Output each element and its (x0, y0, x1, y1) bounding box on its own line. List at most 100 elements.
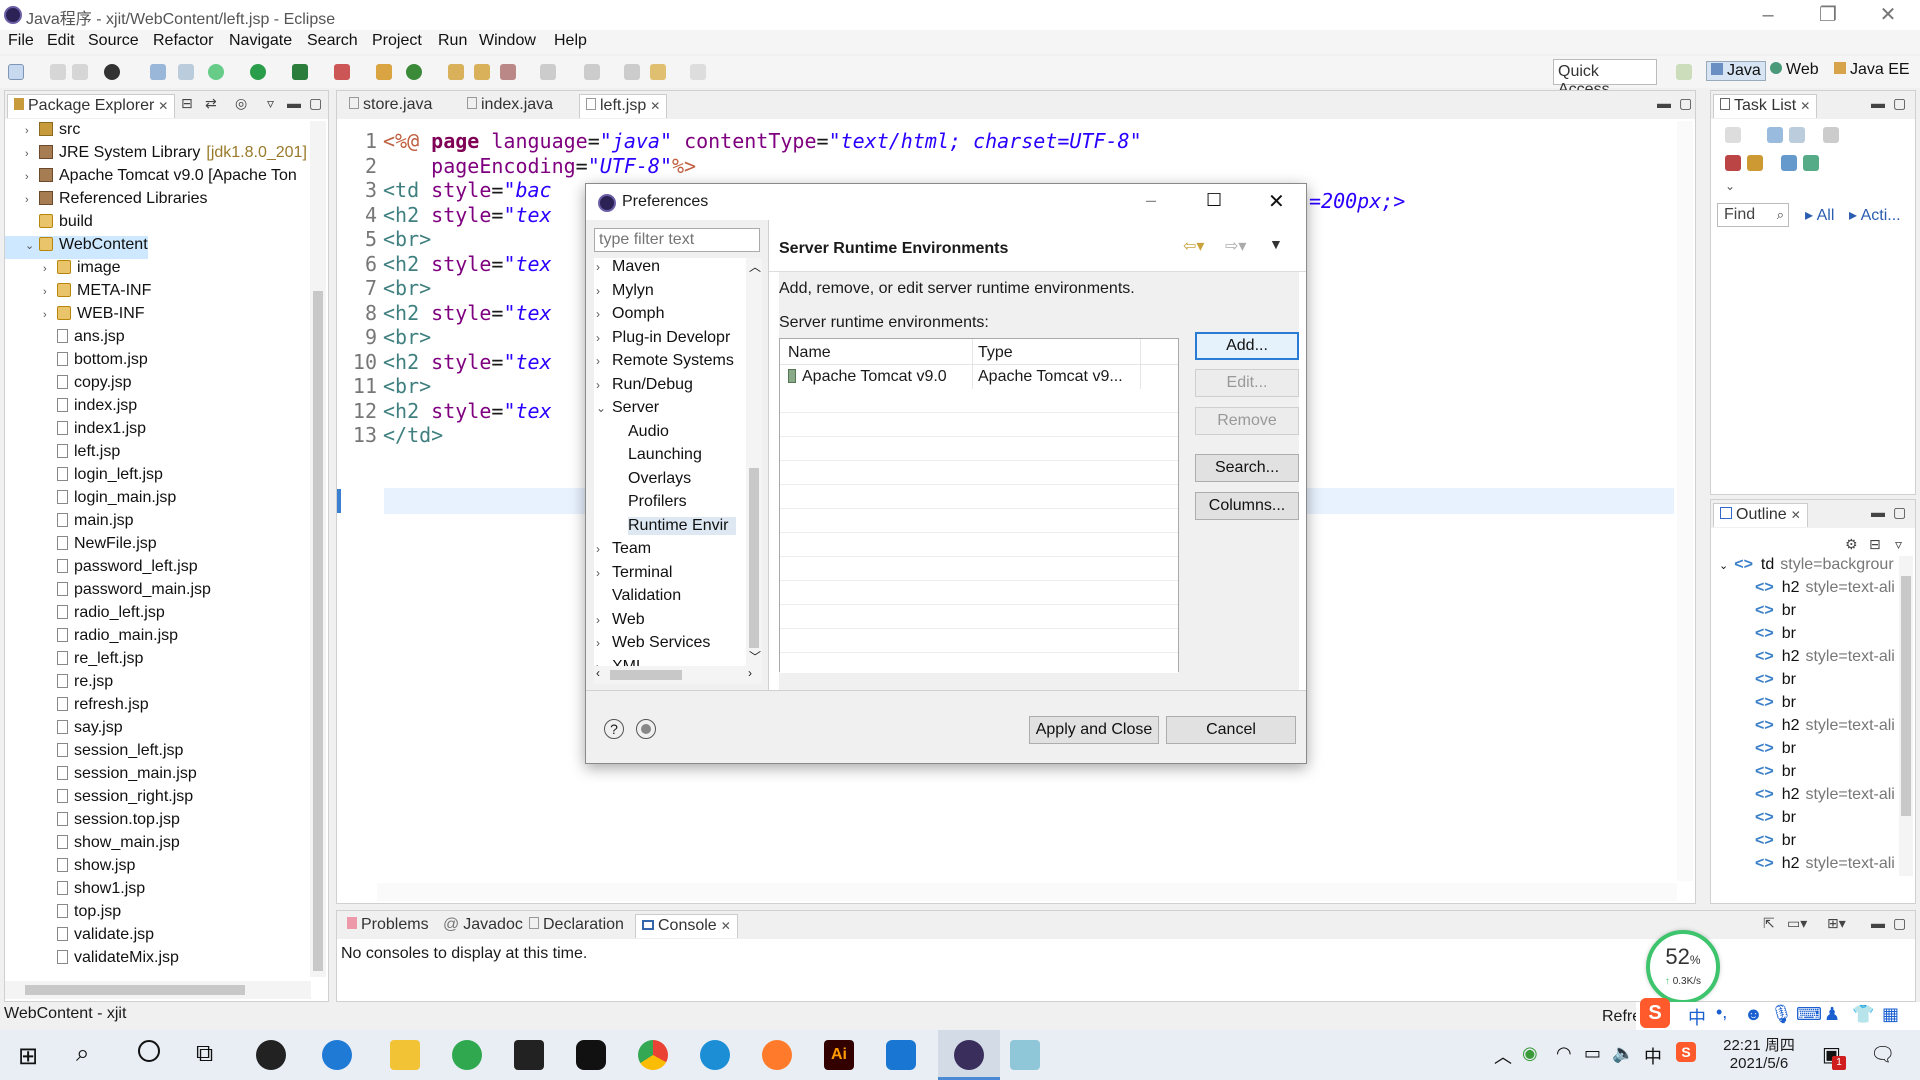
capture-app-icon[interactable] (576, 1040, 606, 1070)
expand-arrow-icon[interactable]: › (596, 307, 612, 321)
input-method-icon[interactable]: 中 (1644, 1043, 1662, 1069)
code-line[interactable]: 10 <h2 style="tex (337, 350, 552, 375)
explorer-item[interactable]: index.jsp (5, 397, 137, 420)
pref-tree-item[interactable]: Launching (628, 446, 702, 464)
outline-item[interactable]: <> br (1755, 625, 1796, 643)
explorer-item[interactable]: › src (5, 121, 80, 144)
outline-item[interactable]: <> h2 style=text-ali (1755, 579, 1895, 597)
prev-annotation-icon[interactable] (584, 64, 600, 80)
explorer-item[interactable]: validate.jsp (5, 926, 154, 949)
tab-task-list[interactable]: Task List ✕ (1713, 94, 1818, 118)
explorer-item[interactable]: › JRE System Library [jdk1.8.0_201] (5, 144, 307, 167)
explorer-item[interactable]: ans.jsp (5, 328, 125, 351)
outline-item[interactable]: <> h2 style=text-ali (1755, 855, 1895, 873)
pref-tree-item[interactable]: Overlays (628, 470, 691, 488)
last-edit-icon[interactable] (624, 64, 640, 80)
ie-browser-icon[interactable] (322, 1040, 352, 1070)
outline-item[interactable]: <> br (1755, 740, 1796, 758)
apply-and-close-button[interactable]: Apply and Close (1029, 716, 1159, 744)
explorer-item[interactable]: radio_left.jsp (5, 604, 165, 627)
maximize-view-icon[interactable]: ▢ (1893, 95, 1906, 112)
explorer-item[interactable]: session_main.jsp (5, 765, 197, 788)
save-icon[interactable] (50, 64, 66, 80)
perspective-web[interactable]: Web (1770, 61, 1819, 79)
explorer-item[interactable]: bottom.jsp (5, 351, 148, 374)
task-activate-link[interactable]: ▸ Acti... (1849, 205, 1901, 225)
wifi-icon[interactable]: ◠ (1556, 1043, 1572, 1064)
outline-item[interactable]: <> h2 style=text-ali (1755, 786, 1895, 804)
skin-icon[interactable]: ♟ (1824, 1004, 1840, 1025)
expand-arrow-icon[interactable]: › (25, 194, 39, 206)
pref-tree-item[interactable]: ⌄ Server (596, 399, 659, 417)
explorer-item[interactable]: re.jsp (5, 673, 113, 696)
expand-arrow-icon[interactable]: › (596, 613, 612, 627)
display-console-icon[interactable]: ▭▾ (1787, 915, 1807, 932)
expand-arrow-icon[interactable]: › (596, 260, 612, 274)
dialog-close-button[interactable]: ✕ (1268, 189, 1285, 214)
edge-legacy-icon[interactable] (452, 1040, 482, 1070)
column-name[interactable]: Name (788, 344, 831, 362)
outline-item[interactable]: <> h2 style=text-ali (1755, 648, 1895, 666)
new-server-icon[interactable] (376, 64, 392, 80)
pref-tree-hscrollbar[interactable]: ‹ › (594, 666, 762, 684)
explorer-item[interactable]: › WEB-INF (5, 305, 145, 328)
focus-icon[interactable]: ◎ (235, 95, 247, 112)
outline-item[interactable]: <> br (1755, 832, 1796, 850)
expand-arrow-icon[interactable]: ⌄ (596, 401, 612, 415)
back-icon[interactable] (650, 64, 666, 80)
edge-icon[interactable] (700, 1040, 730, 1070)
pref-tree-item[interactable]: › Team (596, 540, 651, 558)
code-line[interactable]: 1 <%@ page language="java" contentType="t… (337, 129, 1142, 154)
code-line[interactable]: 3 <td style="bac (337, 178, 552, 203)
view-menu-icon[interactable]: ▿ (267, 95, 274, 112)
toggle-icon[interactable] (178, 64, 194, 80)
minimize-view-icon[interactable]: ▬ (1657, 95, 1671, 111)
pref-tree-item[interactable]: › Plug-in Developr (596, 329, 730, 347)
explorer-item[interactable]: login_left.jsp (5, 466, 163, 489)
chrome-icon[interactable] (638, 1040, 668, 1070)
emoji-icon[interactable]: ☻ (1744, 1004, 1763, 1025)
expand-arrow-icon[interactable]: › (596, 542, 612, 556)
code-line[interactable]: 5 <br> (337, 227, 431, 252)
pref-tree-item[interactable]: › Terminal (596, 564, 672, 582)
tab-store-java[interactable]: store.java (343, 94, 438, 118)
ime-menu-icon[interactable]: ▦ (1882, 1004, 1899, 1025)
tray-expand-icon[interactable]: ︿ (1494, 1043, 1512, 1069)
explorer-item[interactable]: show_main.jsp (5, 834, 180, 857)
clock[interactable]: 22:21 周四 2021/5/6 (1716, 1034, 1802, 1072)
explorer-item[interactable]: login_main.jsp (5, 489, 176, 512)
explorer-item[interactable]: main.jsp (5, 512, 134, 535)
view-menu-icon[interactable]: ▿ (1895, 536, 1902, 553)
explorer-item[interactable]: index1.jsp (5, 420, 146, 443)
columns-button[interactable]: Columns... (1195, 492, 1299, 520)
back-icon[interactable]: ⇦▾ (1183, 236, 1204, 256)
explorer-item[interactable]: re_left.jsp (5, 650, 143, 673)
terminal-icon[interactable] (104, 64, 120, 80)
maximize-view-icon[interactable]: ▢ (1893, 504, 1906, 521)
maximize-view-icon[interactable]: ▢ (309, 95, 322, 112)
tab-declaration[interactable]: Declaration (523, 914, 630, 938)
outline-item[interactable]: <> br (1755, 809, 1796, 827)
explorer-item[interactable]: copy.jsp (5, 374, 132, 397)
expand-arrow-icon[interactable]: › (25, 148, 39, 160)
menu-project[interactable]: Project (372, 32, 422, 50)
explorer-item[interactable]: session_right.jsp (5, 788, 193, 811)
explorer-item[interactable]: say.jsp (5, 719, 123, 742)
add-button[interactable]: Add... (1195, 332, 1299, 360)
outline-item[interactable]: <> h2 style=text-ali (1755, 717, 1895, 735)
explorer-item[interactable]: top.jsp (5, 903, 121, 926)
menu-refactor[interactable]: Refactor (153, 32, 213, 50)
expand-arrow-icon[interactable]: › (596, 378, 612, 392)
explorer-item[interactable]: ⌄ WebContent (5, 236, 148, 259)
explorer-item[interactable]: show1.jsp (5, 880, 145, 903)
outline-vscrollbar[interactable] (1899, 556, 1913, 876)
menu-search[interactable]: Search (307, 32, 358, 50)
explorer-vscrollbar[interactable] (310, 121, 326, 977)
volume-icon[interactable]: 🔈 (1612, 1043, 1634, 1064)
runtime-table[interactable]: Name Type Apache Tomcat v9.0 Apache Tomc… (779, 338, 1179, 673)
minimize-button[interactable]: – (1746, 2, 1790, 28)
task-all-link[interactable]: ▸ All (1805, 205, 1834, 225)
explorer-item[interactable]: › image (5, 259, 121, 282)
close-tab-icon[interactable]: ✕ (650, 99, 660, 113)
column-type[interactable]: Type (978, 344, 1013, 362)
